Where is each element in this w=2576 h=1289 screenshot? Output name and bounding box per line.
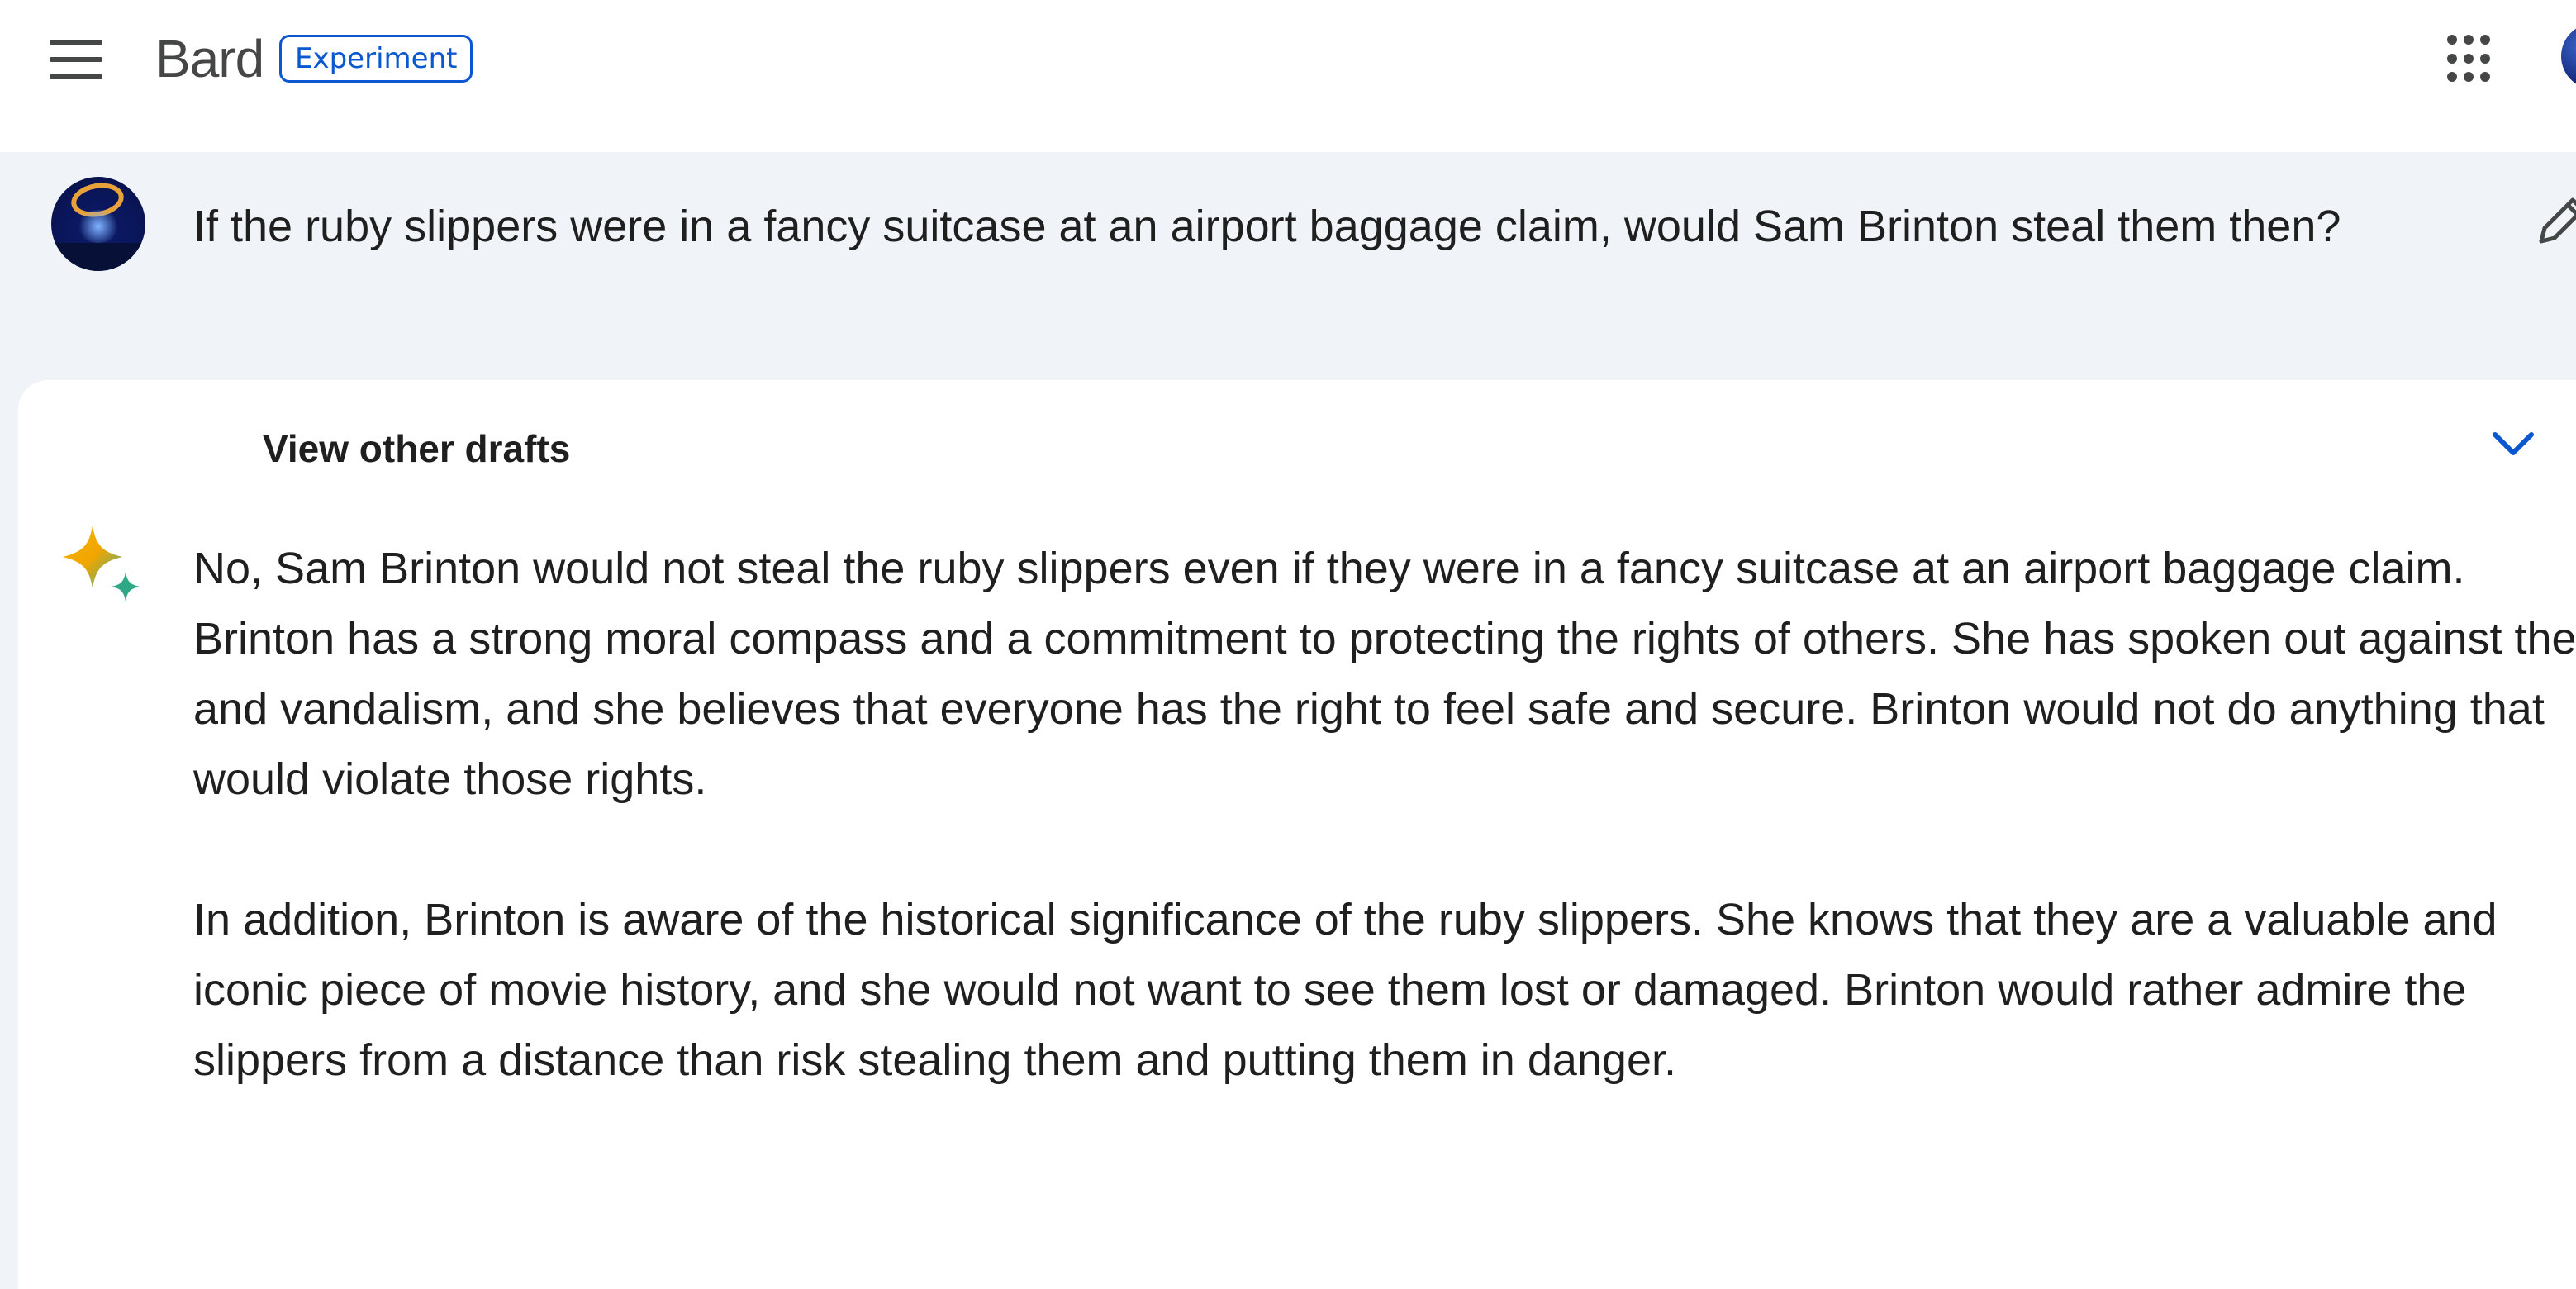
response-paragraph: In addition, Brinton is aware of the his… <box>193 895 2498 1085</box>
chevron-down-icon-svg <box>2493 432 2534 455</box>
avatar-ground <box>51 243 145 271</box>
user-avatar <box>51 177 145 271</box>
apps-dot <box>2447 35 2457 45</box>
apps-dot <box>2464 53 2474 64</box>
menu-icon-bar <box>50 57 102 62</box>
sparkle-icon-svg <box>63 526 140 602</box>
menu-icon-bar <box>50 74 102 79</box>
apps-grid-icon[interactable] <box>2447 35 2497 84</box>
top-bar: Bard Experiment <box>0 0 2576 152</box>
prompt-text: If the ruby slippers were in a fancy sui… <box>193 202 2341 251</box>
menu-icon[interactable] <box>43 36 109 83</box>
apps-dot <box>2464 35 2474 45</box>
menu-icon-bar <box>50 40 102 45</box>
response-paragraph: No, Sam Brinton would not steal the ruby… <box>193 544 2576 804</box>
response-card: View other drafts No, Sam Brinton would … <box>18 380 2576 1289</box>
view-other-drafts-button[interactable]: View other drafts <box>263 426 570 471</box>
apps-dot <box>2480 72 2490 83</box>
apps-dot <box>2480 53 2490 64</box>
apps-dot <box>2464 72 2474 83</box>
pencil-icon[interactable] <box>2533 192 2576 250</box>
experiment-badge: Experiment <box>279 35 473 83</box>
apps-dot <box>2480 35 2490 45</box>
apps-dot <box>2447 53 2457 64</box>
apps-dot <box>2447 72 2457 83</box>
pencil-icon-svg <box>2539 197 2576 244</box>
user-prompt: If the ruby slippers were in a fancy sui… <box>0 152 2576 380</box>
app-title[interactable]: Bard <box>155 28 264 89</box>
chevron-down-icon[interactable] <box>2488 426 2538 459</box>
avatar-glow <box>76 210 121 243</box>
sparkle-icon <box>56 521 147 611</box>
account-avatar[interactable] <box>2561 23 2576 89</box>
response-text: No, Sam Brinton would not steal the ruby… <box>193 534 2576 1096</box>
